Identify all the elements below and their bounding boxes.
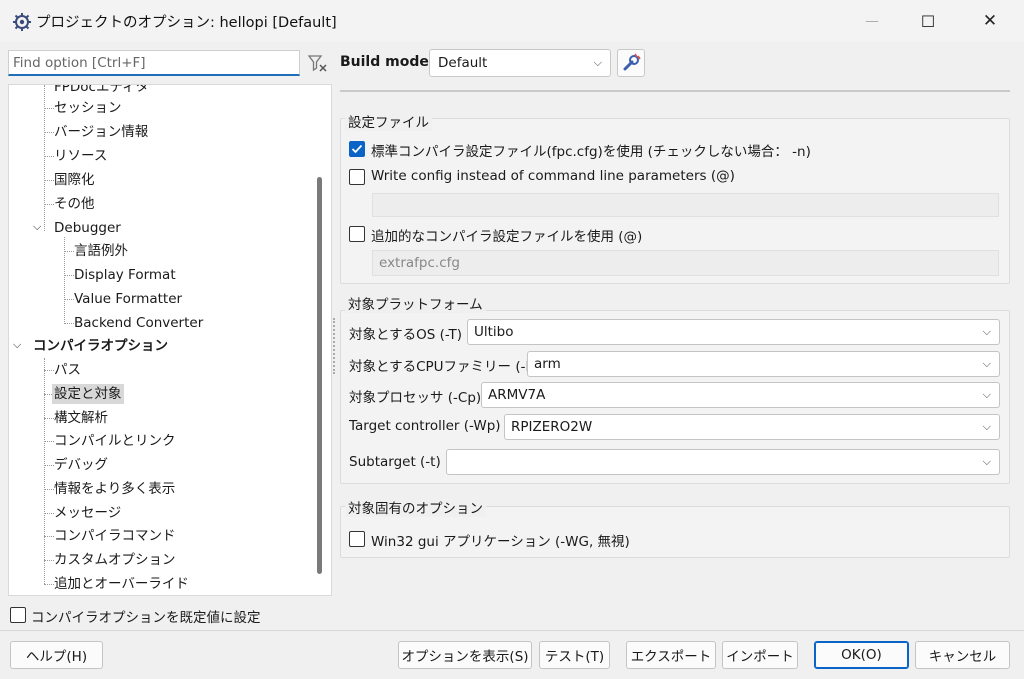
target-cpu-label: 対象とするCPUファミリー (-P) (349, 359, 539, 375)
chevron-down-icon: ⌵ (982, 357, 991, 370)
use-standard-config-checkbox[interactable] (349, 141, 365, 157)
splitter-grip[interactable] (333, 318, 337, 374)
ok-button[interactable]: OK(O) (814, 641, 909, 669)
tree-scrollbar-thumb[interactable] (317, 177, 322, 574)
close-button[interactable]: ✕ (960, 0, 1020, 42)
import-button[interactable]: インポート (722, 641, 798, 669)
target-controller-value: RPIZERO2W (511, 419, 593, 435)
win32-gui-label[interactable]: Win32 gui アプリケーション (-WG, 無視) (371, 530, 630, 550)
cancel-button[interactable]: キャンセル (915, 641, 1010, 669)
build-modes-edit-button[interactable] (617, 49, 645, 77)
separator (0, 630, 1024, 631)
options-tree[interactable]: FPDocエディタ セッション バージョン情報 リソース 国際化 その他 ⌵ D… (8, 84, 332, 596)
tree-item[interactable]: 追加とオーバーライド (54, 574, 189, 594)
tree-item[interactable]: セッション (54, 98, 122, 118)
tree-item[interactable]: リソース (54, 146, 107, 166)
lazarus-gear-icon (12, 12, 32, 32)
write-config-label[interactable]: Write config instead of command line par… (371, 168, 735, 184)
chevron-down-icon: ⌵ (982, 455, 991, 468)
tree-item[interactable]: Backend Converter (74, 313, 203, 333)
tree-item[interactable]: Value Formatter (74, 289, 182, 309)
test-button[interactable]: テスト(T) (539, 641, 610, 669)
set-default-label[interactable]: コンパイラオプションを既定値に設定 (31, 606, 261, 626)
use-additional-config-label[interactable]: 追加的なコンパイラ設定ファイルを使用 (@) (371, 225, 642, 245)
chevron-down-icon: ⌵ (982, 388, 991, 401)
show-options-button[interactable]: オプションを表示(S) (398, 641, 532, 669)
target-processor-select[interactable]: ARMV7A ⌵ (481, 382, 1000, 408)
export-button[interactable]: エクスポート (626, 641, 716, 669)
build-mode-value: Default (438, 55, 488, 71)
target-cpu-select[interactable]: arm ⌵ (527, 351, 1000, 377)
tree-item-debugger[interactable]: Debugger (54, 218, 121, 238)
tree-item[interactable]: その他 (54, 194, 95, 214)
tree-item-compiler-options[interactable]: コンパイラオプション (33, 336, 168, 356)
write-config-checkbox[interactable] (349, 169, 365, 185)
tree-item[interactable]: 国際化 (54, 170, 95, 190)
expand-chevron-icon[interactable]: ⌵ (13, 335, 21, 355)
win32-gui-checkbox[interactable] (349, 531, 365, 547)
tree-item[interactable]: 構文解析 (54, 408, 108, 428)
expand-chevron-icon[interactable]: ⌵ (33, 217, 41, 237)
tree-item[interactable]: コンパイルとリンク (54, 431, 176, 451)
wrench-icon (623, 53, 641, 71)
target-processor-value: ARMV7A (488, 387, 546, 403)
window-title: プロジェクトのオプション: hellopi [Default] (36, 15, 337, 31)
target-processor-label: 対象プロセッサ (-Cp) (349, 390, 482, 406)
use-standard-config-label[interactable]: 標準コンパイラ設定ファイル(fpc.cfg)を使用 (チェックしない場合： -n… (371, 140, 811, 160)
tree-item[interactable]: デバッグ (54, 455, 108, 475)
chevron-down-icon: ⌵ (982, 420, 991, 433)
tree-item-selected[interactable]: 設定と対象 (52, 384, 124, 404)
tree-item[interactable]: カスタムオプション (54, 550, 176, 570)
write-config-path-field (372, 193, 999, 217)
tree-item[interactable]: FPDocエディタ (54, 85, 149, 97)
tree-item[interactable]: パス (54, 360, 81, 380)
config-files-group-label: 設定ファイル (345, 111, 432, 131)
target-cpu-value: arm (534, 356, 561, 372)
tree-item[interactable]: メッセージ (54, 503, 121, 523)
tree-item[interactable]: コンパイラコマンド (54, 526, 176, 546)
tree-item[interactable]: 言語例外 (74, 241, 128, 261)
additional-config-path-field: extrafpc.cfg (372, 250, 999, 276)
target-os-label: 対象とするOS (-T) (349, 327, 462, 343)
subtarget-select[interactable]: ⌵ (446, 449, 1000, 475)
filter-clear-icon[interactable] (305, 51, 331, 77)
target-platform-group-label: 対象プラットフォーム (345, 293, 486, 313)
chevron-down-icon: ⌵ (982, 325, 991, 338)
tree-item[interactable]: バージョン情報 (54, 122, 148, 142)
target-specific-group-label: 対象固有のオプション (345, 497, 486, 517)
target-os-value: Ultibo (474, 324, 514, 340)
tree-item[interactable]: Display Format (74, 265, 176, 285)
build-mode-select[interactable]: Default ⌵ (429, 49, 611, 77)
checkmark-icon (351, 144, 363, 154)
set-default-checkbox[interactable] (10, 607, 26, 623)
title-bar: プロジェクトのオプション: hellopi [Default] — ☐ ✕ (0, 0, 1024, 42)
help-button[interactable]: ヘルプ(H) (10, 641, 103, 669)
separator (340, 90, 1010, 92)
target-controller-label: Target controller (-Wp) (349, 418, 501, 434)
subtarget-label: Subtarget (-t) (349, 454, 441, 470)
target-os-select[interactable]: Ultibo ⌵ (467, 319, 1000, 345)
target-controller-select[interactable]: RPIZERO2W ⌵ (504, 414, 1000, 440)
chevron-down-icon: ⌵ (593, 56, 602, 69)
tree-item[interactable]: 情報をより多く表示 (54, 479, 175, 499)
build-mode-label: Build mode (340, 54, 429, 70)
search-input[interactable]: Find option [Ctrl+F] (8, 50, 300, 76)
maximize-button[interactable]: ☐ (898, 0, 958, 42)
use-additional-config-checkbox[interactable] (349, 226, 365, 242)
minimize-button[interactable]: — (842, 0, 902, 42)
